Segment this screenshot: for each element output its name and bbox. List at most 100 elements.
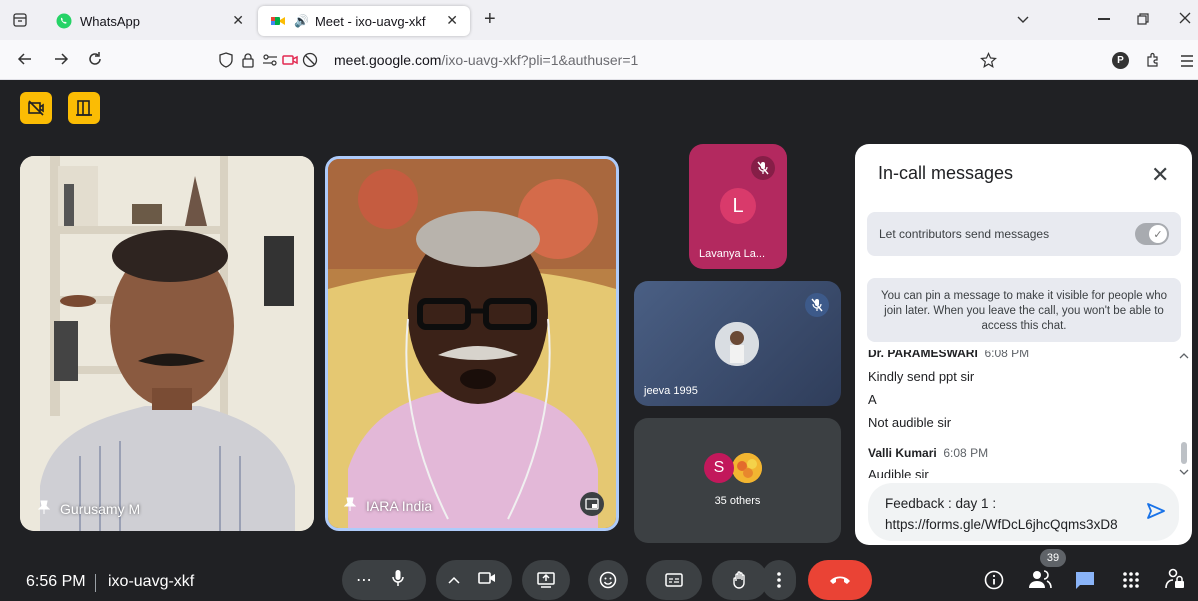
- audio-settings-button[interactable]: ⋯: [356, 570, 373, 590]
- message-time: 6:08 PM: [984, 350, 1030, 360]
- reactions-button[interactable]: [588, 560, 628, 600]
- send-icon: [1147, 503, 1165, 519]
- tab-whatsapp[interactable]: WhatsApp ✕: [44, 6, 256, 36]
- meeting-code: ixo-uavg-xkf: [108, 573, 195, 590]
- participant-avatar: [715, 322, 759, 366]
- allow-messages-toggle[interactable]: ✓: [1135, 223, 1169, 245]
- pin-icon: [37, 500, 51, 517]
- let-contributors-setting: Let contributors send messages ✓: [867, 212, 1181, 256]
- scroll-up-icon[interactable]: [1179, 352, 1189, 360]
- more-options-button[interactable]: [762, 560, 796, 600]
- bookmark-star-icon[interactable]: [980, 52, 997, 74]
- activities-button[interactable]: [1122, 571, 1140, 594]
- video-options-button[interactable]: [448, 571, 460, 589]
- people-button[interactable]: [1028, 569, 1052, 594]
- url-path: /ixo-uavg-xkf?pli=1&authuser=1: [441, 52, 639, 68]
- tab-list-icon[interactable]: [12, 12, 28, 33]
- back-button[interactable]: [16, 50, 34, 73]
- chevron-down-icon[interactable]: [1016, 12, 1030, 31]
- participant-avatar: S: [704, 453, 734, 483]
- participant-name: jeeva 1995: [644, 385, 698, 397]
- participant-name: Gurusamy M: [60, 500, 141, 517]
- scroll-thumb[interactable]: [1181, 442, 1187, 464]
- new-tab-button[interactable]: +: [484, 8, 496, 31]
- microphone-icon: [392, 569, 404, 586]
- participant-name-label: Gurusamy M: [37, 500, 141, 517]
- panel-title: In-call messages: [878, 163, 1014, 183]
- breakout-room-button[interactable]: [68, 92, 100, 124]
- profile-avatar[interactable]: P: [1112, 52, 1129, 69]
- divider: [95, 574, 96, 592]
- participant-video: [328, 159, 616, 528]
- participant-tile-iara-india[interactable]: IARA India: [325, 156, 619, 531]
- more-vertical-icon: [777, 572, 781, 588]
- emoji-icon: [599, 571, 617, 589]
- mic-off-icon: [805, 293, 829, 317]
- close-tab-icon[interactable]: ✕: [232, 12, 244, 29]
- message-list[interactable]: Dr. PARAMESWARI 6:08 PM Kindly send ppt …: [855, 350, 1192, 478]
- current-time: 6:56 PM: [26, 573, 86, 590]
- address-bar[interactable]: meet.google.com/ixo-uavg-xkf?pli=1&authu…: [334, 52, 638, 68]
- whatsapp-icon: [56, 13, 72, 29]
- video-off-icon: [28, 100, 44, 116]
- tab-title: Meet - ixo-uavg-xkf: [314, 13, 426, 29]
- microphone-button[interactable]: [391, 569, 405, 592]
- participant-tile-others[interactable]: S 35 others: [634, 418, 841, 543]
- hang-up-icon: [830, 576, 850, 584]
- captions-icon: [665, 573, 683, 587]
- pin-notice: You can pin a message to make it visible…: [867, 278, 1181, 342]
- camera-button[interactable]: [478, 571, 496, 590]
- forward-button[interactable]: [52, 50, 70, 73]
- participant-name: IARA India: [366, 497, 433, 514]
- close-panel-button[interactable]: ✕: [1151, 162, 1169, 188]
- participant-avatar: L: [720, 188, 756, 224]
- restore-window-button[interactable]: [1136, 12, 1150, 31]
- message-scrollbar[interactable]: [1178, 350, 1190, 478]
- close-tab-icon[interactable]: ✕: [446, 12, 458, 29]
- close-window-button[interactable]: [1178, 11, 1192, 30]
- captions-button[interactable]: [646, 560, 702, 600]
- send-message-button[interactable]: [1146, 502, 1166, 525]
- present-screen-button[interactable]: [522, 560, 570, 600]
- participant-avatar-photo: [732, 453, 762, 483]
- camera-icon: [478, 571, 495, 584]
- message-text: A: [868, 392, 877, 407]
- pip-icon: [585, 498, 599, 510]
- camera-active-icon[interactable]: [282, 52, 298, 73]
- participant-name: Lavanya La...: [699, 248, 766, 260]
- tab-meet[interactable]: 🔊 Meet - ixo-uavg-xkf ✕: [258, 6, 470, 36]
- leave-call-button[interactable]: [808, 560, 872, 600]
- scroll-down-icon[interactable]: [1179, 468, 1189, 476]
- google-meet-icon: [270, 13, 286, 29]
- meeting-details-button[interactable]: [984, 570, 1004, 595]
- chat-button[interactable]: [1074, 570, 1096, 595]
- extensions-icon[interactable]: [1145, 52, 1161, 73]
- people-icon: [1029, 570, 1052, 589]
- video-control-group: [436, 560, 512, 600]
- message-compose-box[interactable]: Feedback : day 1 : https://forms.gle/WfD…: [868, 483, 1179, 541]
- raise-hand-button[interactable]: [712, 560, 768, 600]
- message-text: Audible sir: [868, 467, 929, 478]
- reload-button[interactable]: [86, 50, 104, 73]
- message-text: Not audible sir: [868, 415, 952, 430]
- participant-tile-gurusamy[interactable]: Gurusamy M: [20, 156, 314, 531]
- door-icon: [76, 100, 92, 116]
- participant-tile-lavanya[interactable]: L Lavanya La...: [689, 144, 787, 269]
- picture-in-picture-button[interactable]: [580, 492, 604, 516]
- message-time: 6:08 PM: [943, 446, 989, 460]
- minimize-window-button[interactable]: [1098, 18, 1110, 20]
- chat-icon: [1076, 572, 1094, 589]
- message-input[interactable]: Feedback : day 1 : https://forms.gle/WfD…: [885, 493, 1125, 535]
- setting-label: Let contributors send messages: [879, 227, 1050, 241]
- permissions-icon[interactable]: [262, 53, 278, 72]
- host-controls-button[interactable]: [20, 92, 52, 124]
- info-icon: [984, 570, 1004, 590]
- in-call-messages-panel: In-call messages ✕ Let contributors send…: [855, 144, 1192, 545]
- shield-icon[interactable]: [218, 52, 234, 73]
- autoplay-blocked-icon[interactable]: [302, 52, 318, 73]
- menu-icon[interactable]: [1180, 54, 1194, 72]
- participant-tile-jeeva[interactable]: jeeva 1995: [634, 281, 841, 406]
- speaker-icon[interactable]: 🔊: [294, 14, 309, 28]
- lock-icon[interactable]: [240, 52, 256, 73]
- host-controls-lock-button[interactable]: [1164, 568, 1186, 595]
